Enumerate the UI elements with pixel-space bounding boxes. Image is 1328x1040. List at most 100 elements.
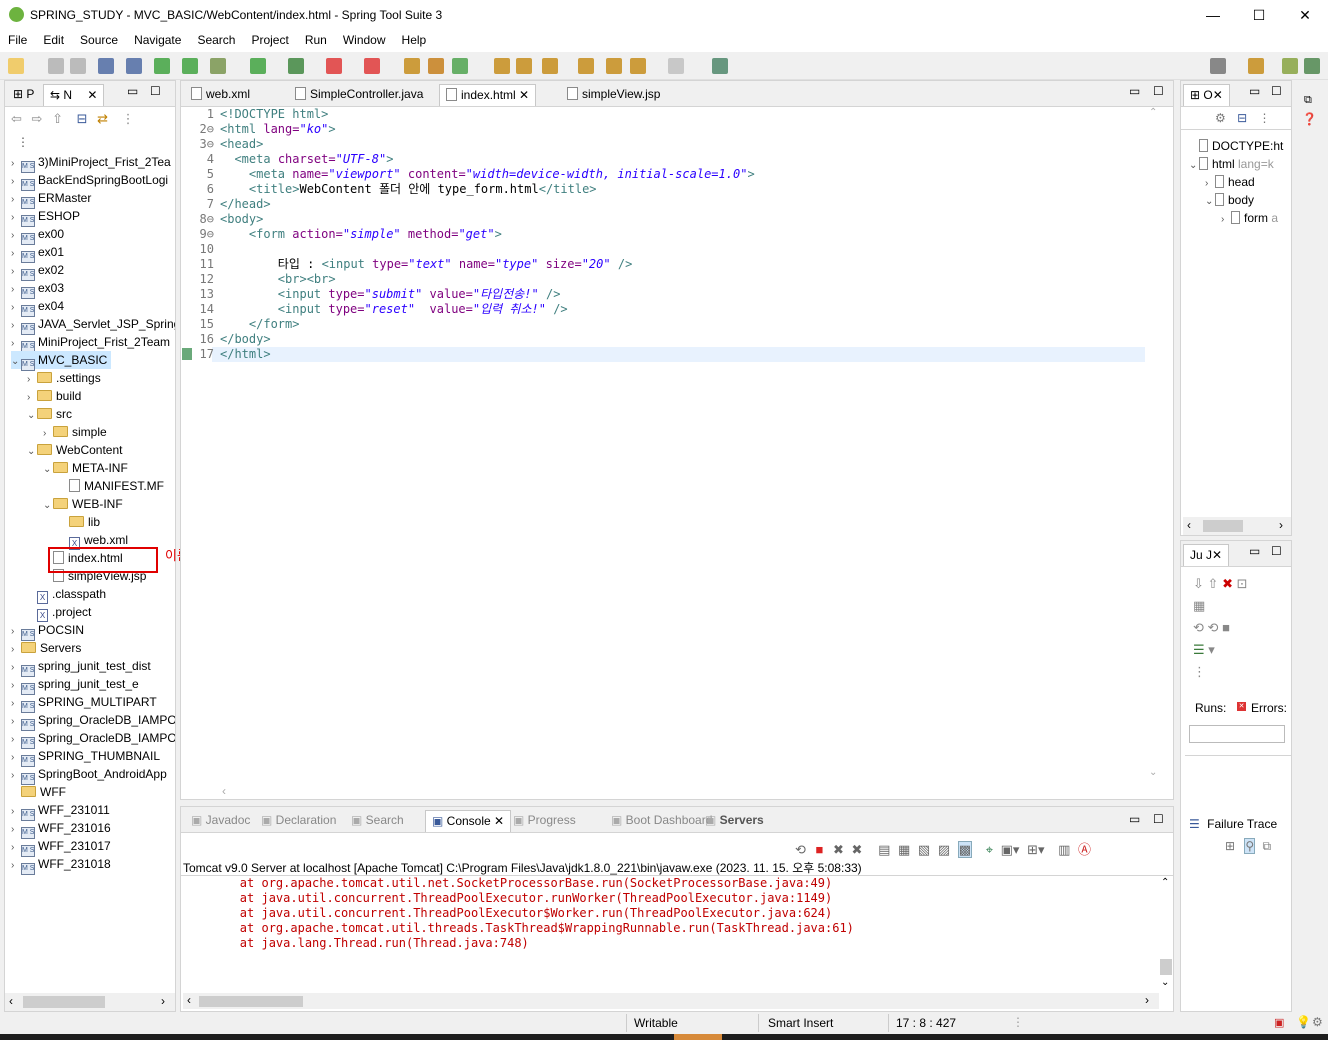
expand-arrow-icon[interactable]: › [1221, 211, 1231, 229]
debug-icon[interactable] [210, 58, 226, 74]
scroll-thumb[interactable] [1203, 520, 1243, 532]
run-icon[interactable] [250, 58, 266, 74]
console-hscrollbar[interactable]: ‹ › [183, 993, 1159, 1009]
scroll-right-icon[interactable]: › [1145, 993, 1149, 1007]
tree-item[interactable]: WFF [11, 783, 66, 801]
tree-item[interactable]: › M Sex04 [11, 297, 64, 317]
history-icon[interactable]: ▦ [1193, 598, 1205, 613]
maximize-button[interactable]: ☐ [1236, 0, 1282, 30]
minimize-editor-icon[interactable]: ▭ [1129, 84, 1140, 98]
tree-item[interactable]: › M Sex01 [11, 243, 64, 263]
close-tab-icon[interactable]: ✕ [516, 88, 529, 102]
tree-item[interactable]: › M S WFF_231017 [11, 837, 111, 857]
outline-item[interactable]: › head [1205, 173, 1255, 191]
dropdown-icon[interactable]: ▾ [1208, 642, 1215, 657]
scroll-left-icon[interactable]: ‹ [1187, 518, 1191, 532]
scroll-right-icon[interactable]: › [161, 994, 165, 1008]
close-tab-icon[interactable]: ✕ [491, 814, 504, 828]
outline-item[interactable]: ⌄ html lang=k [1189, 155, 1274, 173]
minimize-view-icon[interactable]: ▭ [1249, 84, 1260, 98]
scroll-thumb[interactable] [1160, 959, 1172, 975]
menu-run[interactable]: Run [297, 30, 335, 52]
menu-edit[interactable]: Edit [35, 30, 72, 52]
layout-icon[interactable]: ☰ [1193, 642, 1205, 657]
menu-project[interactable]: Project [243, 30, 296, 52]
tree-item[interactable]: › M S 3)MiniProject_Frist_2Tea [11, 153, 171, 173]
outline-item[interactable]: › form a [1221, 209, 1278, 227]
tree-item-selected[interactable]: ⌄ M S MVC_BASIC [11, 351, 112, 371]
up-icon[interactable]: ⇧ [52, 111, 63, 126]
forward-icon[interactable]: ⇨ [32, 111, 43, 126]
menu-source[interactable]: Source [72, 30, 126, 52]
failures-only-icon[interactable]: ✖ [1222, 576, 1233, 591]
code-line[interactable]: <title>WebContent 폴더 안에 type_form.html</… [220, 182, 597, 197]
tree-item[interactable]: › M S SPRING_THUMBNAIL [11, 747, 160, 767]
remove-icon[interactable]: ✖ [833, 842, 844, 857]
restore-icon[interactable]: ⧉ [1304, 94, 1312, 107]
code-line[interactable]: <br><br> [220, 272, 336, 287]
tree-item[interactable]: › build [27, 387, 81, 405]
maximize-editor-icon[interactable]: ☐ [1153, 84, 1164, 98]
outline-item[interactable]: ⌄ body [1205, 191, 1254, 209]
maximize-view-icon[interactable]: ☐ [1153, 812, 1164, 826]
tree-item[interactable]: › M S JAVA_Servlet_JSP_Spring [11, 315, 175, 335]
tab-simpleview-jsp[interactable]: simpleView.jsp [561, 84, 666, 106]
editor-vscrollbar[interactable]: ⌃ ⌄ [1146, 107, 1162, 785]
tab-servers[interactable]: ▣ Servers [699, 810, 770, 832]
console-menu-icon[interactable]: ▥ [1058, 842, 1070, 857]
tree-item[interactable]: X .project [27, 603, 91, 622]
outline-item[interactable]: DOCTYPE:ht [1189, 137, 1283, 155]
word-wrap-icon[interactable]: ▧ [918, 842, 930, 857]
show-stdout-icon[interactable]: ▨ [938, 842, 950, 857]
show-stderr-icon[interactable]: ▩ [957, 841, 973, 858]
code-line[interactable]: </head> [220, 197, 271, 212]
tips-icon[interactable]: 💡 [1296, 1015, 1311, 1029]
code-line[interactable]: <head> [220, 137, 263, 152]
notifications-icon[interactable]: ▣ [1274, 1016, 1284, 1029]
tree-item[interactable]: MANIFEST.MF [59, 477, 164, 495]
stop-server-icon[interactable] [326, 58, 342, 74]
expand-arrow-icon[interactable]: ⌄ [43, 497, 53, 515]
code-line[interactable]: 타입 : <input type="text" name="type" size… [220, 257, 633, 272]
expand-arrow-icon[interactable]: ⌄ [11, 353, 21, 371]
tree-item[interactable]: X .classpath [27, 585, 106, 604]
tasks-icon[interactable] [404, 58, 420, 74]
open-folder-icon[interactable] [578, 58, 594, 74]
maximize-view-icon[interactable]: ☐ [1271, 84, 1282, 98]
tab-project-explorer[interactable]: ⊞ P [7, 84, 40, 106]
last-edit-icon[interactable] [606, 58, 622, 74]
filter-trace-icon[interactable]: ⚲ [1244, 838, 1256, 854]
view-menu-icon[interactable]: ⋮ [1193, 664, 1206, 679]
tree-item[interactable]: › M S WFF_231018 [11, 855, 111, 875]
code-line[interactable]: <body> [220, 212, 263, 227]
remove-all-icon[interactable]: ✖ [852, 842, 863, 857]
scroll-left-icon[interactable]: ‹ [222, 784, 226, 798]
tree-item[interactable]: › M S BackEndSpringBootLogi [11, 171, 168, 191]
code-line[interactable]: <html lang="ko"> [220, 122, 336, 137]
tree-item[interactable]: › M Sex00 [11, 225, 64, 245]
new-wizard-icon[interactable] [452, 58, 468, 74]
scroll-thumb[interactable] [23, 996, 105, 1008]
tab-web-xml[interactable]: web.xml [185, 84, 256, 106]
run-server-icon[interactable] [364, 58, 380, 74]
tree-item[interactable]: › M S MiniProject_Frist_2Team [11, 333, 170, 353]
tab-console[interactable]: ▣ Console ✕ [425, 810, 512, 832]
close-button[interactable]: ✕ [1282, 0, 1328, 30]
minimize-view-icon[interactable]: ▭ [127, 84, 138, 98]
console-icon[interactable] [98, 58, 114, 74]
save-icon[interactable] [48, 58, 64, 74]
collapse-all-icon[interactable]: ⊟ [77, 111, 88, 126]
next-failure-icon[interactable]: ⇩ [1193, 576, 1204, 591]
expand-arrow-icon[interactable]: ⌄ [27, 443, 37, 461]
expand-arrow-icon[interactable]: ⌄ [1189, 157, 1199, 175]
code-line[interactable]: </form> [220, 317, 300, 332]
copy-trace-icon[interactable]: ⧉ [1263, 839, 1272, 853]
skip-breakpoints-icon[interactable] [126, 58, 142, 74]
back-icon[interactable]: ⇦ [11, 111, 22, 126]
minimize-view-icon[interactable]: ▭ [1249, 544, 1260, 558]
tab-navigator[interactable]: ⇆ N ✕ [43, 84, 105, 106]
tree-item[interactable]: lib [59, 513, 100, 531]
search-global-icon[interactable] [1210, 58, 1226, 74]
view-menu-icon[interactable]: ⋮ [122, 111, 135, 126]
close-tab-icon[interactable]: ✕ [1212, 548, 1222, 562]
